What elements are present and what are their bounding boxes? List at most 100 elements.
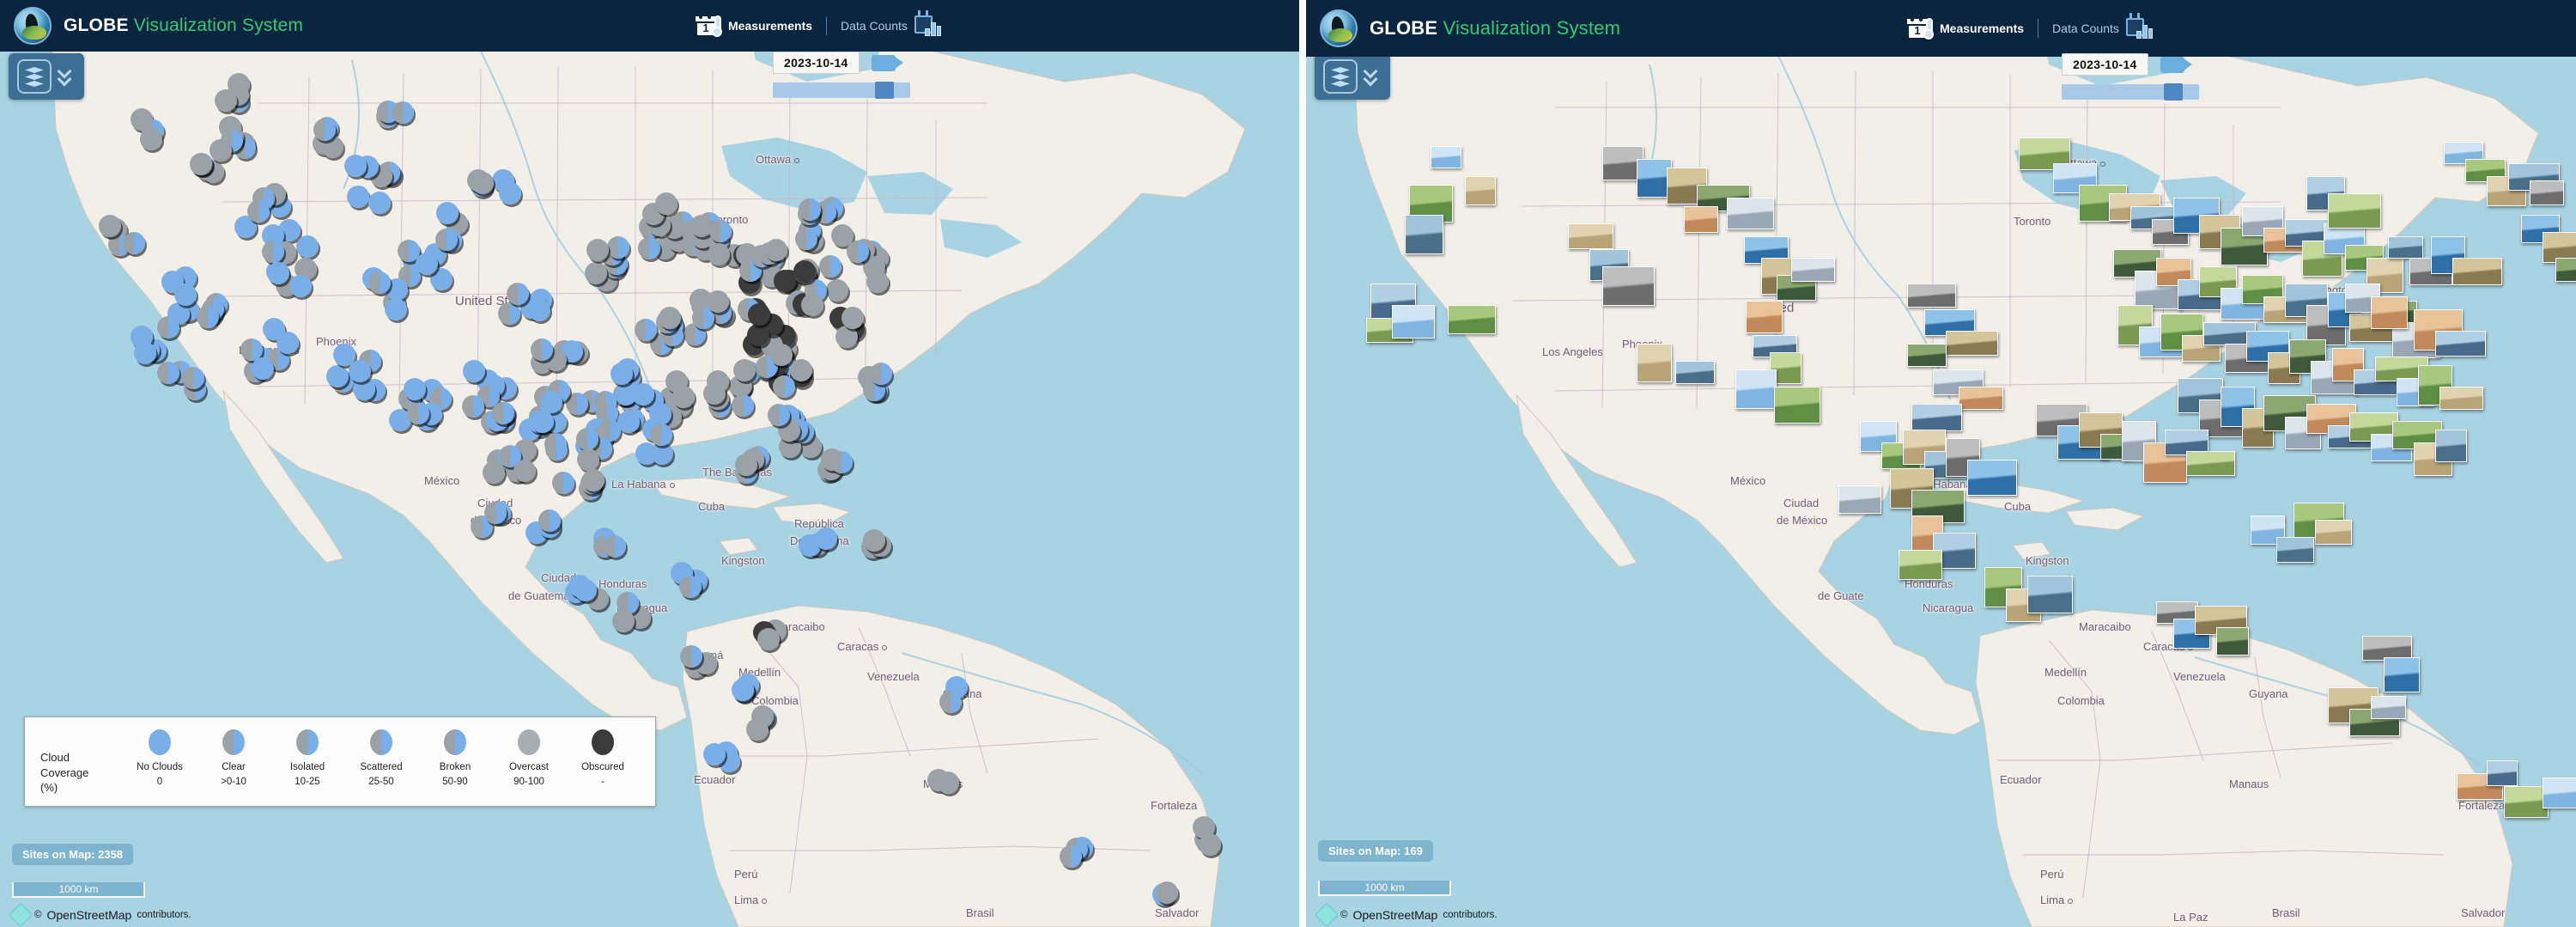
cloud-coverage-marker[interactable] (435, 201, 459, 224)
cloud-coverage-marker[interactable] (123, 231, 146, 254)
cloud-coverage-marker[interactable] (531, 411, 554, 434)
site-photo-thumbnail[interactable] (1946, 331, 1998, 356)
cloud-coverage-marker[interactable] (484, 501, 507, 524)
cloud-coverage-marker[interactable] (1155, 881, 1178, 904)
site-photo-thumbnail[interactable] (1735, 369, 1777, 409)
site-photo-thumbnail[interactable] (1967, 460, 2017, 496)
video-camera-icon[interactable] (871, 54, 903, 71)
date-slider[interactable] (773, 82, 910, 99)
cloud-coverage-marker[interactable] (650, 423, 673, 446)
site-photo-thumbnail[interactable] (2371, 696, 2406, 719)
cloud-coverage-marker[interactable] (415, 253, 438, 276)
cloud-coverage-marker[interactable] (767, 404, 790, 427)
site-photo-thumbnail[interactable] (1448, 305, 1496, 334)
video-camera-icon[interactable] (2160, 56, 2192, 73)
cloud-coverage-marker[interactable] (800, 294, 823, 317)
cloud-coverage-marker[interactable] (680, 645, 703, 668)
site-photo-thumbnail[interactable] (2216, 627, 2249, 656)
cloud-coverage-marker[interactable] (679, 576, 702, 599)
cloud-coverage-marker[interactable] (506, 282, 529, 305)
site-photo-thumbnail[interactable] (1465, 176, 1496, 205)
cloud-coverage-marker[interactable] (937, 771, 960, 795)
cloud-coverage-marker[interactable] (773, 269, 796, 292)
cloud-coverage-marker[interactable] (735, 453, 758, 476)
site-photo-thumbnail[interactable] (1911, 404, 1962, 431)
site-photo-thumbnail[interactable] (2439, 387, 2483, 410)
cloud-coverage-marker[interactable] (576, 427, 599, 450)
cloud-coverage-marker[interactable] (745, 717, 769, 741)
site-photo-thumbnail[interactable] (2371, 296, 2408, 329)
cloud-coverage-marker[interactable] (368, 271, 392, 295)
cloud-coverage-marker[interactable] (847, 241, 870, 264)
cloud-coverage-marker[interactable] (638, 237, 661, 260)
layers-stack-icon[interactable] (1323, 59, 1358, 94)
site-photo-thumbnail[interactable] (1405, 215, 1443, 254)
cloud-coverage-marker[interactable] (384, 298, 407, 321)
site-photo-thumbnail[interactable] (1907, 344, 1947, 367)
date-slider-knob[interactable] (2163, 83, 2183, 101)
cloud-coverage-marker[interactable] (182, 367, 205, 390)
tab-measurements[interactable]: 1 Measurements (1899, 15, 2032, 40)
cloud-coverage-marker[interactable] (746, 323, 769, 346)
cloud-coverage-marker[interactable] (731, 679, 754, 702)
cloud-coverage-marker[interactable] (793, 259, 817, 283)
site-photo-thumbnail[interactable] (2384, 657, 2420, 692)
site-photo-thumbnail[interactable] (1907, 284, 1956, 308)
cloud-coverage-marker[interactable] (196, 305, 219, 328)
cloud-coverage-marker[interactable] (527, 299, 550, 322)
site-photo-thumbnail[interactable] (1746, 301, 1783, 333)
site-photo-thumbnail[interactable] (1774, 387, 1820, 424)
date-slider-knob[interactable] (874, 82, 894, 99)
attrib-openstreetmap-link[interactable]: OpenStreetMap (1352, 908, 1437, 922)
site-photo-thumbnail[interactable] (1727, 198, 1774, 229)
cloud-coverage-marker[interactable] (658, 306, 681, 329)
cloud-coverage-marker[interactable] (538, 509, 562, 533)
cloud-coverage-marker[interactable] (189, 153, 212, 175)
chevron-double-down-icon[interactable] (1363, 64, 1382, 88)
cloud-coverage-marker[interactable] (765, 238, 788, 261)
cloud-coverage-marker[interactable] (756, 627, 780, 650)
cloud-coverage-marker[interactable] (939, 690, 963, 713)
site-photo-thumbnail[interactable] (1602, 266, 1655, 306)
site-photo-thumbnail[interactable] (2186, 451, 2235, 476)
cloud-coverage-marker[interactable] (611, 362, 634, 385)
layers-stack-icon[interactable] (17, 59, 52, 94)
cloud-coverage-marker[interactable] (482, 461, 505, 485)
left-layers-control[interactable] (9, 53, 84, 100)
site-photo-thumbnail[interactable] (2530, 180, 2564, 205)
cloud-coverage-marker[interactable] (215, 88, 238, 112)
cloud-coverage-marker[interactable] (830, 450, 854, 473)
cloud-coverage-marker[interactable] (732, 394, 755, 418)
cloud-coverage-marker[interactable] (210, 138, 233, 162)
cloud-coverage-marker[interactable] (99, 214, 122, 237)
site-photo-thumbnail[interactable] (2276, 537, 2314, 563)
cloud-coverage-marker[interactable] (708, 219, 732, 242)
cloud-coverage-marker[interactable] (617, 411, 640, 434)
left-date-control[interactable]: 2023-10-14 (773, 52, 910, 99)
site-photo-thumbnail[interactable] (2452, 258, 2502, 285)
site-photo-thumbnail[interactable] (2315, 520, 2352, 545)
cloud-coverage-marker[interactable] (748, 303, 771, 326)
cloud-coverage-marker[interactable] (349, 359, 372, 382)
cloud-coverage-marker[interactable] (157, 316, 180, 339)
cloud-coverage-marker[interactable] (732, 358, 756, 381)
tab-data-counts[interactable]: Data Counts (832, 10, 949, 38)
cloud-coverage-marker[interactable] (434, 229, 458, 252)
date-value[interactable]: 2023-10-14 (773, 52, 860, 74)
site-photo-thumbnail[interactable] (1899, 550, 1942, 580)
cloud-coverage-marker[interactable] (497, 302, 520, 325)
right-date-control[interactable]: 2023-10-14 (2062, 53, 2199, 101)
date-slider[interactable] (2062, 83, 2199, 101)
cloud-coverage-marker[interactable] (462, 359, 485, 382)
site-photo-thumbnail[interactable] (1838, 485, 1881, 514)
cloud-coverage-marker[interactable] (552, 471, 575, 494)
site-photo-thumbnail[interactable] (1637, 344, 1672, 382)
cloud-coverage-marker[interactable] (819, 255, 842, 278)
site-photo-thumbnail[interactable] (2435, 430, 2467, 462)
cloud-coverage-marker[interactable] (604, 534, 627, 558)
cloud-coverage-marker[interactable] (391, 101, 414, 125)
cloud-coverage-marker[interactable] (513, 459, 536, 482)
site-photo-thumbnail[interactable] (2487, 760, 2518, 786)
cloud-coverage-marker[interactable] (499, 181, 522, 204)
cloud-coverage-marker[interactable] (586, 239, 610, 262)
